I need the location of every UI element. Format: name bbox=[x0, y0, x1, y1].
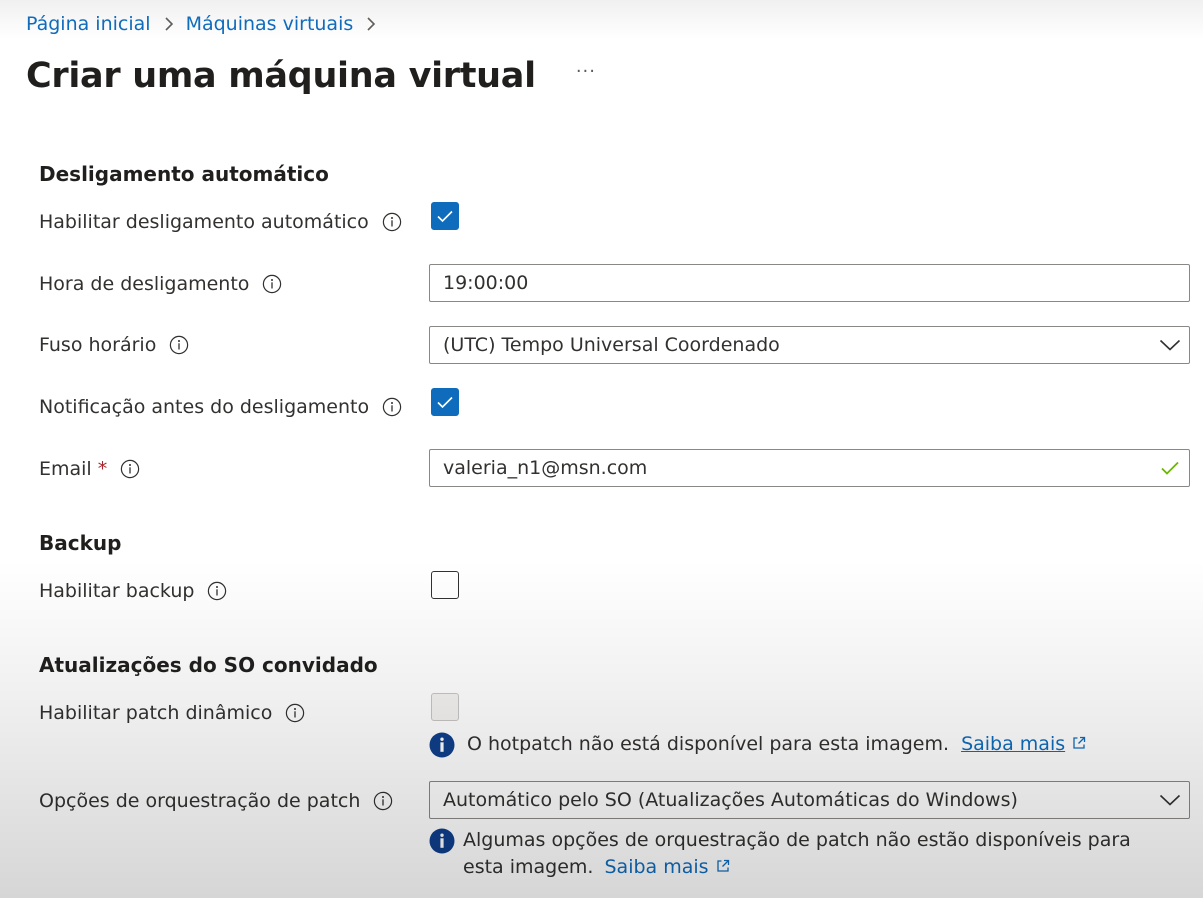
enable-auto-shutdown-checkbox[interactable] bbox=[431, 202, 459, 230]
field-label: Habilitar backup bbox=[39, 580, 195, 602]
breadcrumb: Página inicial Máquinas virtuais bbox=[26, 10, 376, 38]
email-value: valeria_n1@msn.com bbox=[443, 457, 648, 479]
hotpatch-label: Habilitar patch dinâmico bbox=[39, 700, 305, 726]
shutdown-time-label: Hora de desligamento bbox=[39, 271, 282, 297]
hotpatch-checkbox bbox=[431, 693, 459, 721]
info-icon[interactable] bbox=[285, 703, 305, 723]
more-options-button[interactable]: ··· bbox=[576, 61, 596, 82]
field-label: Opções de orquestração de patch bbox=[39, 790, 361, 812]
section-guest-os-updates: Atualizações do SO convidado bbox=[39, 653, 378, 677]
info-filled-icon bbox=[429, 828, 455, 862]
field-label: Habilitar patch dinâmico bbox=[39, 702, 273, 724]
notify-before-shutdown-checkbox[interactable] bbox=[431, 388, 459, 416]
time-zone-label: Fuso horário bbox=[39, 332, 189, 358]
patch-orchestration-info-text: Algumas opções de orquestração de patch … bbox=[463, 829, 1131, 878]
field-label: Notificação antes do desligamento bbox=[39, 396, 370, 418]
shutdown-time-value: 19:00:00 bbox=[443, 272, 529, 294]
info-filled-icon bbox=[429, 732, 455, 766]
required-mark: * bbox=[97, 458, 108, 480]
create-vm-page: Página inicial Máquinas virtuais Criar u… bbox=[0, 0, 1203, 898]
info-icon[interactable] bbox=[120, 459, 140, 479]
info-text: Algumas opções de orquestração de patch … bbox=[463, 827, 1163, 882]
info-text: O hotpatch não está disponível para esta… bbox=[467, 731, 1087, 759]
email-input[interactable]: valeria_n1@msn.com bbox=[429, 449, 1190, 487]
checkmark-icon bbox=[437, 396, 453, 409]
info-icon[interactable] bbox=[382, 212, 402, 232]
time-zone-value: (UTC) Tempo Universal Coordenado bbox=[443, 334, 780, 356]
time-zone-dropdown[interactable]: (UTC) Tempo Universal Coordenado bbox=[429, 326, 1190, 364]
info-icon[interactable] bbox=[382, 397, 402, 417]
external-link-icon[interactable] bbox=[1071, 732, 1087, 759]
info-icon[interactable] bbox=[262, 274, 282, 294]
field-label: Fuso horário bbox=[39, 334, 157, 356]
email-label: Email * bbox=[39, 456, 140, 482]
patch-orchestration-dropdown[interactable]: Automático pelo SO (Atualizações Automát… bbox=[429, 781, 1190, 819]
chevron-down-icon bbox=[1151, 794, 1189, 806]
field-label: Email bbox=[39, 458, 92, 480]
info-icon[interactable] bbox=[169, 335, 189, 355]
section-auto-shutdown: Desligamento automático bbox=[39, 162, 329, 186]
breadcrumb-home[interactable]: Página inicial bbox=[26, 13, 151, 35]
info-icon[interactable] bbox=[207, 581, 227, 601]
notify-before-shutdown-label: Notificação antes do desligamento bbox=[39, 394, 402, 420]
shutdown-time-input[interactable]: 19:00:00 bbox=[429, 264, 1190, 302]
enable-backup-label: Habilitar backup bbox=[39, 578, 227, 604]
enable-backup-checkbox[interactable] bbox=[431, 571, 459, 599]
learn-more-link[interactable]: Saiba mais bbox=[605, 856, 709, 878]
hotpatch-info-message: O hotpatch não está disponível para esta… bbox=[429, 731, 1087, 766]
field-label: Hora de desligamento bbox=[39, 273, 250, 295]
section-backup: Backup bbox=[39, 531, 122, 555]
chevron-right-icon bbox=[366, 16, 376, 32]
patch-orchestration-info-message: Algumas opções de orquestração de patch … bbox=[429, 827, 1163, 882]
chevron-right-icon bbox=[164, 16, 174, 32]
breadcrumb-virtual-machines[interactable]: Máquinas virtuais bbox=[186, 13, 354, 35]
hotpatch-info-text: O hotpatch não está disponível para esta… bbox=[467, 733, 950, 755]
checkmark-icon bbox=[437, 210, 453, 223]
field-label: Habilitar desligamento automático bbox=[39, 211, 369, 233]
chevron-down-icon bbox=[1151, 339, 1189, 351]
patch-orchestration-label: Opções de orquestração de patch bbox=[39, 788, 393, 814]
page-title: Criar uma máquina virtual bbox=[26, 56, 536, 96]
info-icon[interactable] bbox=[373, 791, 393, 811]
enable-auto-shutdown-label: Habilitar desligamento automático bbox=[39, 209, 402, 235]
learn-more-link[interactable]: Saiba mais bbox=[961, 733, 1065, 755]
title-row: Criar uma máquina virtual ··· bbox=[26, 52, 596, 100]
patch-orchestration-value: Automático pelo SO (Atualizações Automát… bbox=[443, 789, 1018, 811]
external-link-icon[interactable] bbox=[715, 855, 731, 882]
valid-checkmark-icon bbox=[1151, 460, 1189, 476]
